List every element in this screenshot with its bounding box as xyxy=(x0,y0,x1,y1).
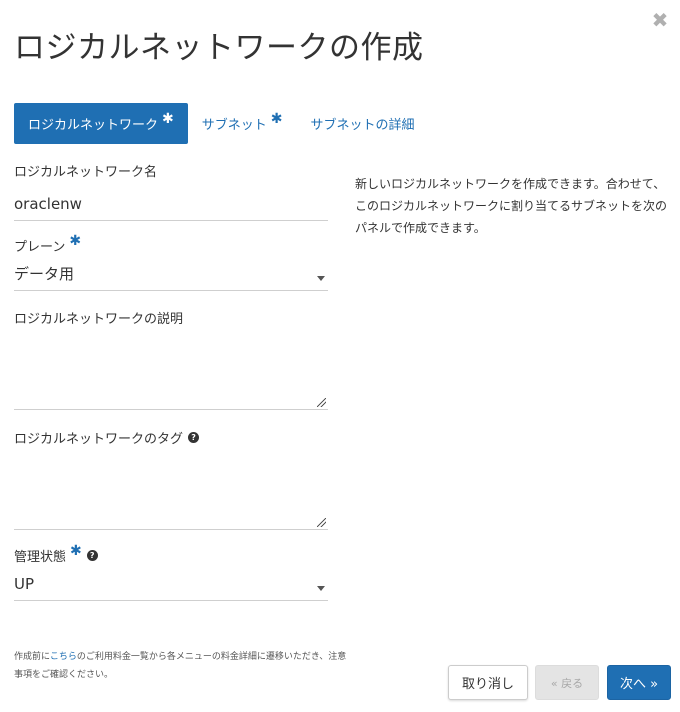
help-icon[interactable]: ? xyxy=(86,549,98,561)
tab-label: ロジカルネットワーク xyxy=(28,118,159,133)
chevron-down-icon xyxy=(317,275,325,281)
tab-subnet-details[interactable]: サブネットの詳細 xyxy=(297,103,429,144)
footnote-prefix: 作成前に xyxy=(14,652,50,662)
back-button[interactable]: « 戻る xyxy=(535,665,599,700)
required-icon: ✱ xyxy=(70,543,82,559)
admin-state-label: 管理状態 ✱ ? xyxy=(14,543,328,565)
close-icon[interactable]: ✖ xyxy=(650,10,670,30)
resize-handle-icon[interactable] xyxy=(317,518,326,527)
cancel-button[interactable]: 取り消し xyxy=(448,665,528,700)
tab-logical-network[interactable]: ロジカルネットワーク ✱ xyxy=(14,103,188,144)
admin-state-label-text: 管理状態 xyxy=(14,549,67,565)
help-description: 新しいロジカルネットワークを作成できます。合わせて、このロジカルネットワークに割… xyxy=(355,177,668,235)
description-label: ロジカルネットワークの説明 xyxy=(14,307,328,327)
description-label-text: ロジカルネットワークの説明 xyxy=(14,311,184,327)
plane-label: プレーン ✱ xyxy=(14,233,328,255)
create-logical-network-dialog: ✖ ロジカルネットワークの作成 ロジカルネットワーク ✱ サブネット ✱ サブネ… xyxy=(0,0,680,712)
required-icon: ✱ xyxy=(69,233,82,249)
tab-label: サブネットの詳細 xyxy=(310,118,415,133)
logical-network-form: ロジカルネットワーク名 oraclenw プレーン ✱ データ用 ロジカルネット… xyxy=(14,160,328,601)
name-input-value: oraclenw xyxy=(14,195,82,213)
chevron-down-icon xyxy=(317,585,325,591)
next-button[interactable]: 次へ » xyxy=(607,665,671,700)
name-label: ロジカルネットワーク名 xyxy=(14,160,328,180)
required-icon: ✱ xyxy=(270,110,283,127)
required-icon: ✱ xyxy=(162,110,174,127)
dialog-title: ロジカルネットワークの作成 xyxy=(14,30,424,66)
tags-label-text: ロジカルネットワークのタグ xyxy=(14,431,184,447)
name-input[interactable]: oraclenw xyxy=(14,194,328,221)
wizard-tabs: ロジカルネットワーク ✱ サブネット ✱ サブネットの詳細 xyxy=(14,103,429,144)
admin-state-value: UP xyxy=(14,575,35,593)
plane-select-value: データ用 xyxy=(14,265,75,283)
resize-handle-icon[interactable] xyxy=(317,398,326,407)
help-icon[interactable]: ? xyxy=(188,431,200,443)
tags-label: ロジカルネットワークのタグ ? xyxy=(14,427,328,447)
tab-label: サブネット xyxy=(201,118,267,133)
admin-state-select[interactable]: UP xyxy=(14,575,328,601)
plane-select[interactable]: データ用 xyxy=(14,265,328,291)
description-textarea[interactable] xyxy=(14,331,328,410)
name-label-text: ロジカルネットワーク名 xyxy=(14,164,158,180)
tab-subnet[interactable]: サブネット ✱ xyxy=(188,103,297,144)
tags-textarea[interactable] xyxy=(14,451,328,530)
plane-label-text: プレーン xyxy=(14,239,66,255)
pricing-footnote: 作成前にこちらのご利用料金一覧から各メニューの料金詳細に遷移いただき、注意事項を… xyxy=(14,648,354,684)
pricing-link[interactable]: こちら xyxy=(50,652,77,662)
